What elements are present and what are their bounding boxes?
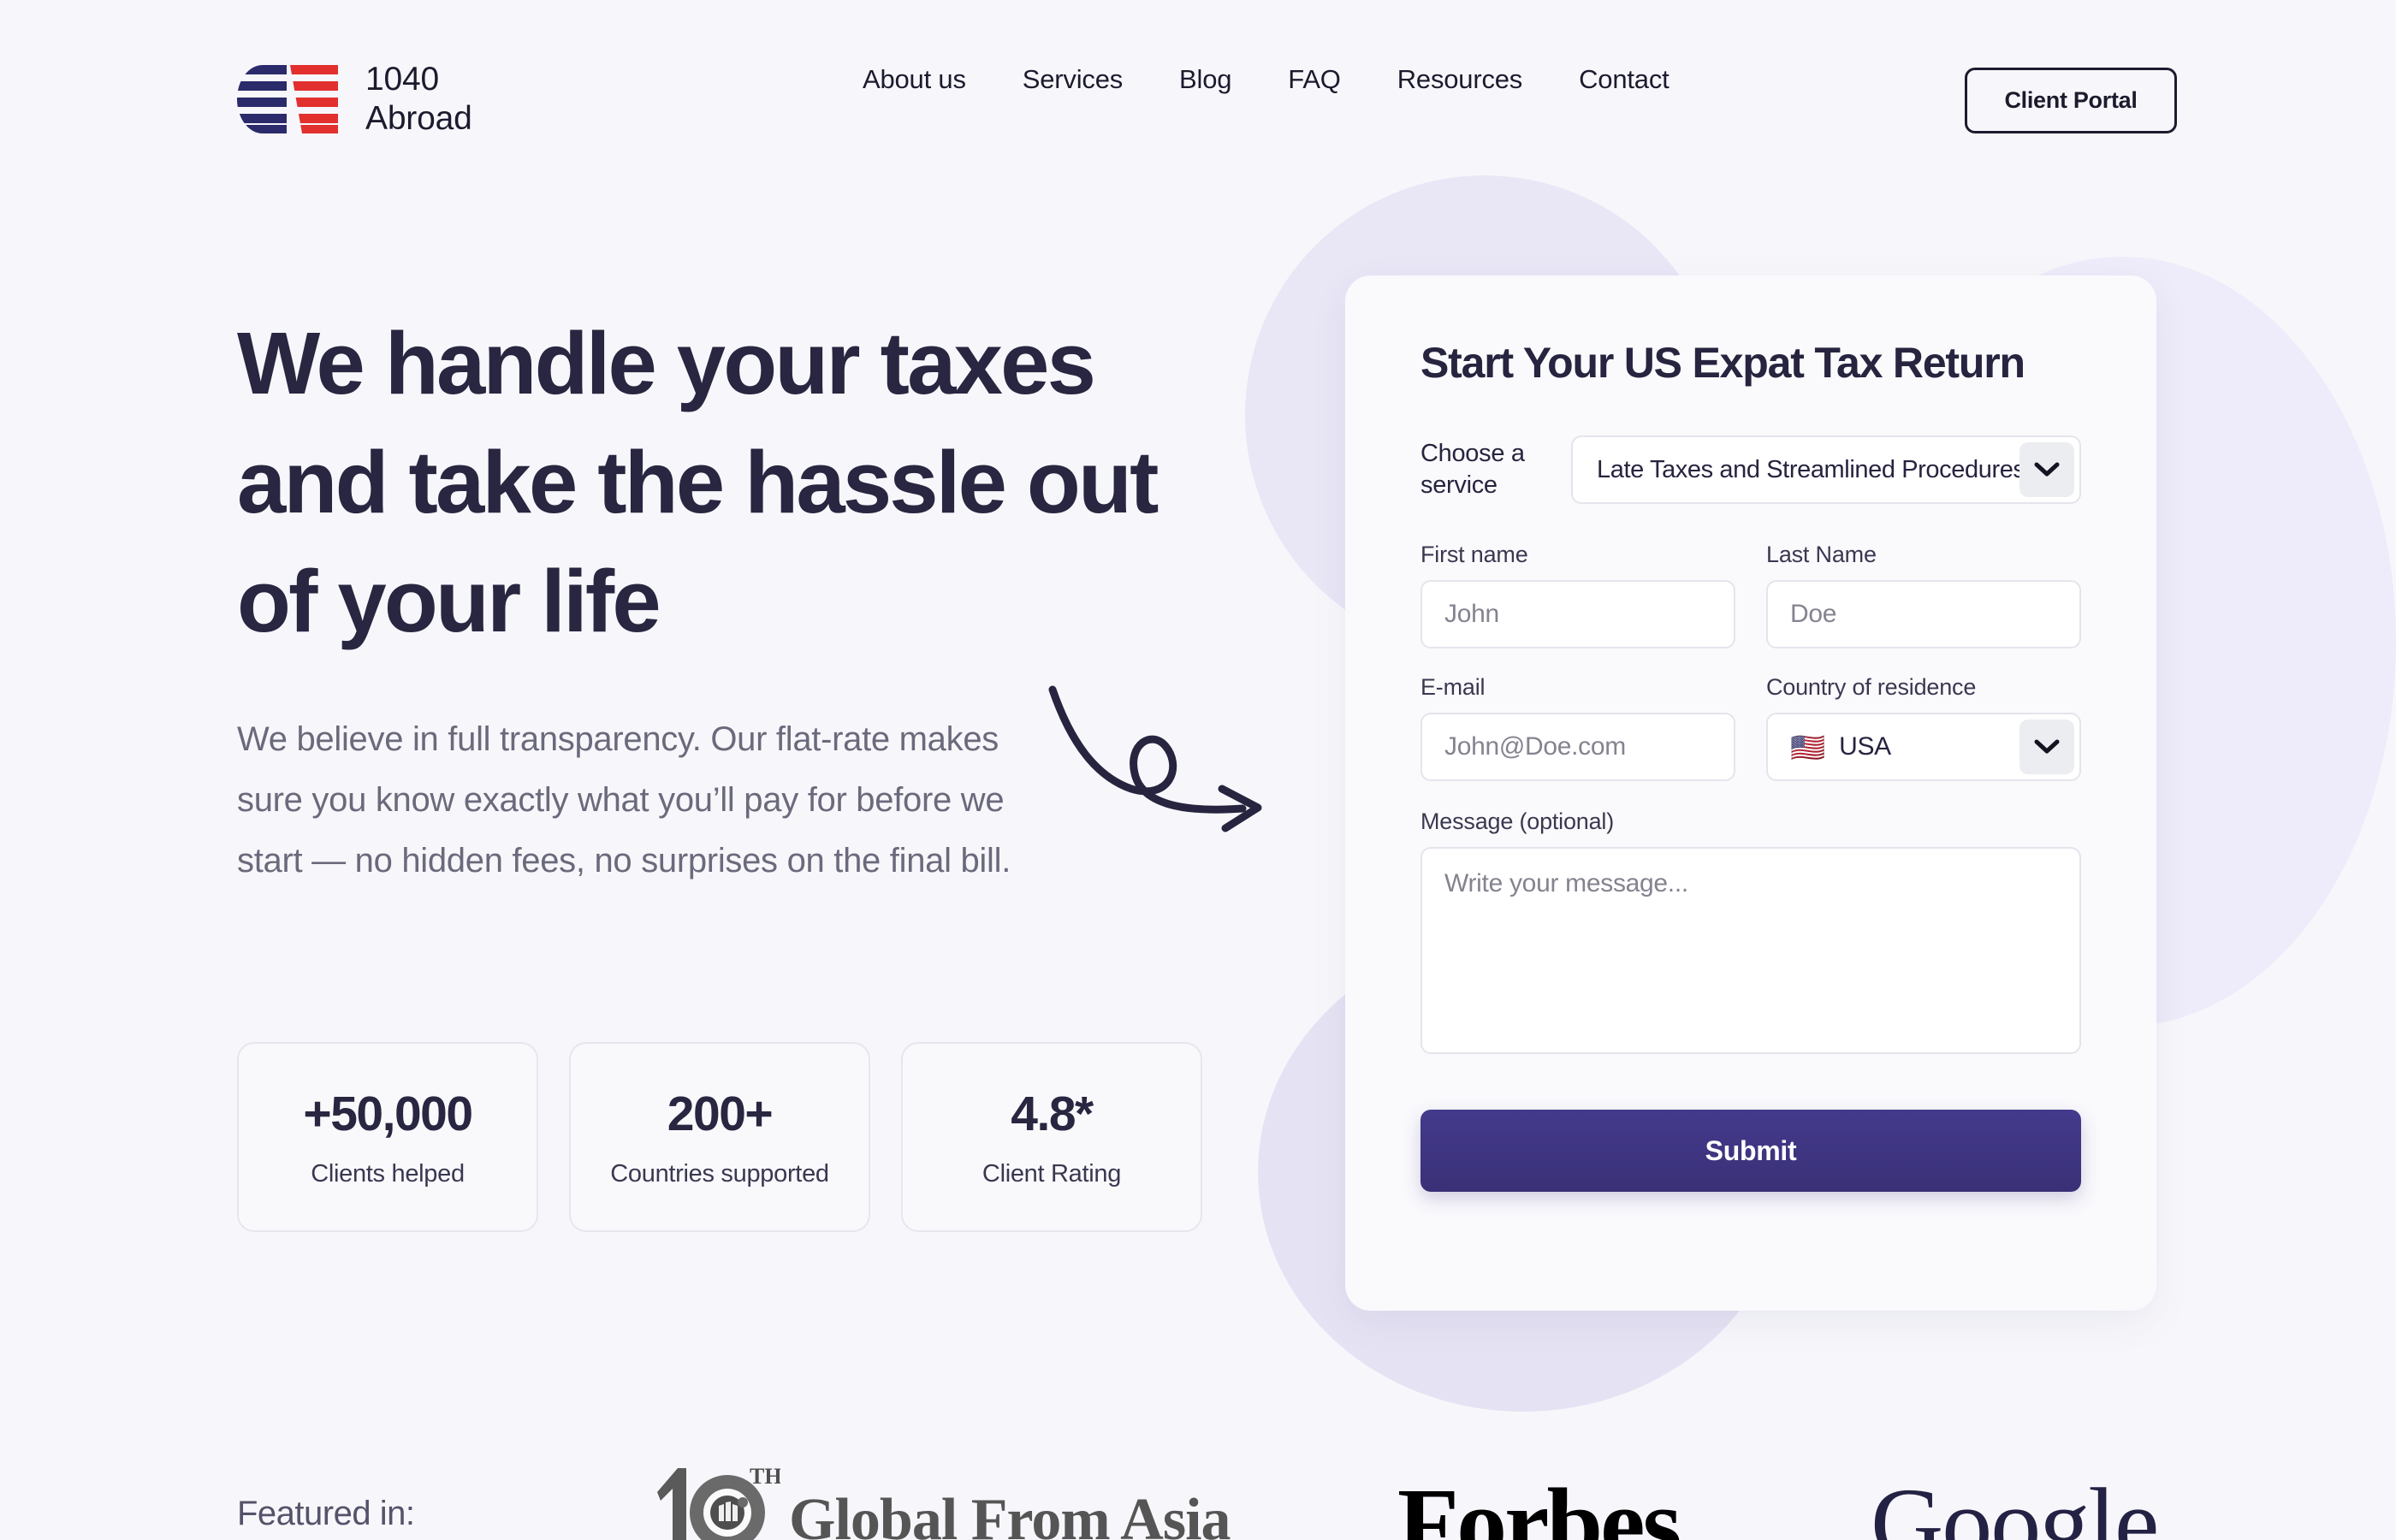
us-flag-icon: 🇺🇸: [1790, 731, 1826, 763]
main-nav: About us Services Blog FAQ Resources Con…: [834, 0, 1698, 158]
stat-value: 200+: [667, 1086, 774, 1141]
stat-label: Clients helped: [311, 1159, 465, 1188]
svg-text:TH: TH: [750, 1464, 780, 1489]
chevron-down-icon[interactable]: [2019, 442, 2074, 497]
brand-name: 1040 Abroad: [365, 60, 472, 139]
site-header: 1040 Abroad About us Services Blog FAQ R…: [0, 0, 2396, 158]
stat-card-countries: 200+ Countries supported: [569, 1042, 870, 1232]
message-field-group: Message (optional): [1420, 808, 2081, 1058]
nav-item-blog[interactable]: Blog: [1151, 64, 1260, 95]
nav-item-faq[interactable]: FAQ: [1260, 64, 1368, 95]
page-title: We handle your taxes and take the hassle…: [237, 314, 1159, 650]
lead-form-card: Start Your US Expat Tax Return Choose a …: [1345, 275, 2156, 1311]
brand-name-line1: 1040: [365, 61, 439, 98]
brand-logo[interactable]: 1040 Abroad: [237, 60, 472, 139]
chevron-down-icon[interactable]: [2019, 720, 2074, 774]
stat-value: +50,000: [303, 1086, 473, 1141]
stat-label: Countries supported: [610, 1159, 829, 1188]
email-label: E-mail: [1420, 674, 1486, 700]
message-label: Message (optional): [1420, 808, 1615, 834]
last-name-field-group: Last Name: [1766, 542, 2081, 649]
stat-card-clients: +50,000 Clients helped: [237, 1042, 538, 1232]
first-name-input[interactable]: [1420, 580, 1735, 649]
gfa-wordmark: Global From Asia: [789, 1487, 1231, 1540]
email-field-group: E-mail: [1420, 674, 1735, 781]
service-field-row: Choose a service Late Taxes and Streamli…: [1420, 435, 2081, 504]
logo-forbes: Forbes: [1397, 1467, 1681, 1540]
service-select[interactable]: Late Taxes and Streamlined Procedures: [1571, 435, 2081, 504]
client-portal-button[interactable]: Client Portal: [1965, 68, 2177, 133]
featured-in-strip: Featured in: TH Global From Asia Forbes …: [0, 1454, 2396, 1540]
hero-subtitle: We believe in full transparency. Our fla…: [237, 720, 1011, 880]
nav-item-contact[interactable]: Contact: [1551, 64, 1697, 95]
stat-label: Client Rating: [982, 1159, 1122, 1188]
first-name-field-group: First name: [1420, 542, 1735, 649]
email-input[interactable]: [1420, 713, 1735, 781]
country-label: Country of residence: [1766, 674, 1977, 700]
country-select[interactable]: 🇺🇸 USA: [1766, 713, 2081, 781]
logo-global-from-asia: TH Global From Asia: [652, 1454, 1231, 1540]
featured-in-label: Featured in:: [237, 1495, 415, 1532]
first-name-label: First name: [1420, 542, 1528, 567]
hero-section: We handle your taxes and take the hassle…: [237, 304, 1195, 891]
stat-value: 4.8*: [1011, 1086, 1094, 1141]
form-title: Start Your US Expat Tax Return: [1420, 339, 2025, 387]
message-textarea[interactable]: [1420, 847, 2081, 1054]
service-label: Choose a service: [1420, 440, 1525, 499]
last-name-input[interactable]: [1766, 580, 2081, 649]
stats-row: +50,000 Clients helped 200+ Countries su…: [237, 1042, 1202, 1232]
country-field-group: Country of residence 🇺🇸 USA: [1766, 674, 2081, 781]
logo-google: Google: [1871, 1467, 2159, 1540]
country-select-value: USA: [1839, 732, 1891, 761]
name-email-grid: First name Last Name E-mail Country of r…: [1420, 542, 2081, 781]
nav-item-services[interactable]: Services: [994, 64, 1151, 95]
last-name-label: Last Name: [1766, 542, 1877, 567]
flag-stripes-icon: [237, 63, 347, 135]
brand-name-line2: Abroad: [365, 100, 472, 137]
submit-button[interactable]: Submit: [1420, 1110, 2081, 1192]
service-select-value: Late Taxes and Streamlined Procedures: [1597, 455, 2025, 483]
nav-item-about-us[interactable]: About us: [834, 64, 994, 95]
stat-card-rating: 4.8* Client Rating: [901, 1042, 1202, 1232]
gfa-anniversary-icon: TH: [657, 1464, 780, 1540]
nav-item-resources[interactable]: Resources: [1369, 64, 1551, 95]
